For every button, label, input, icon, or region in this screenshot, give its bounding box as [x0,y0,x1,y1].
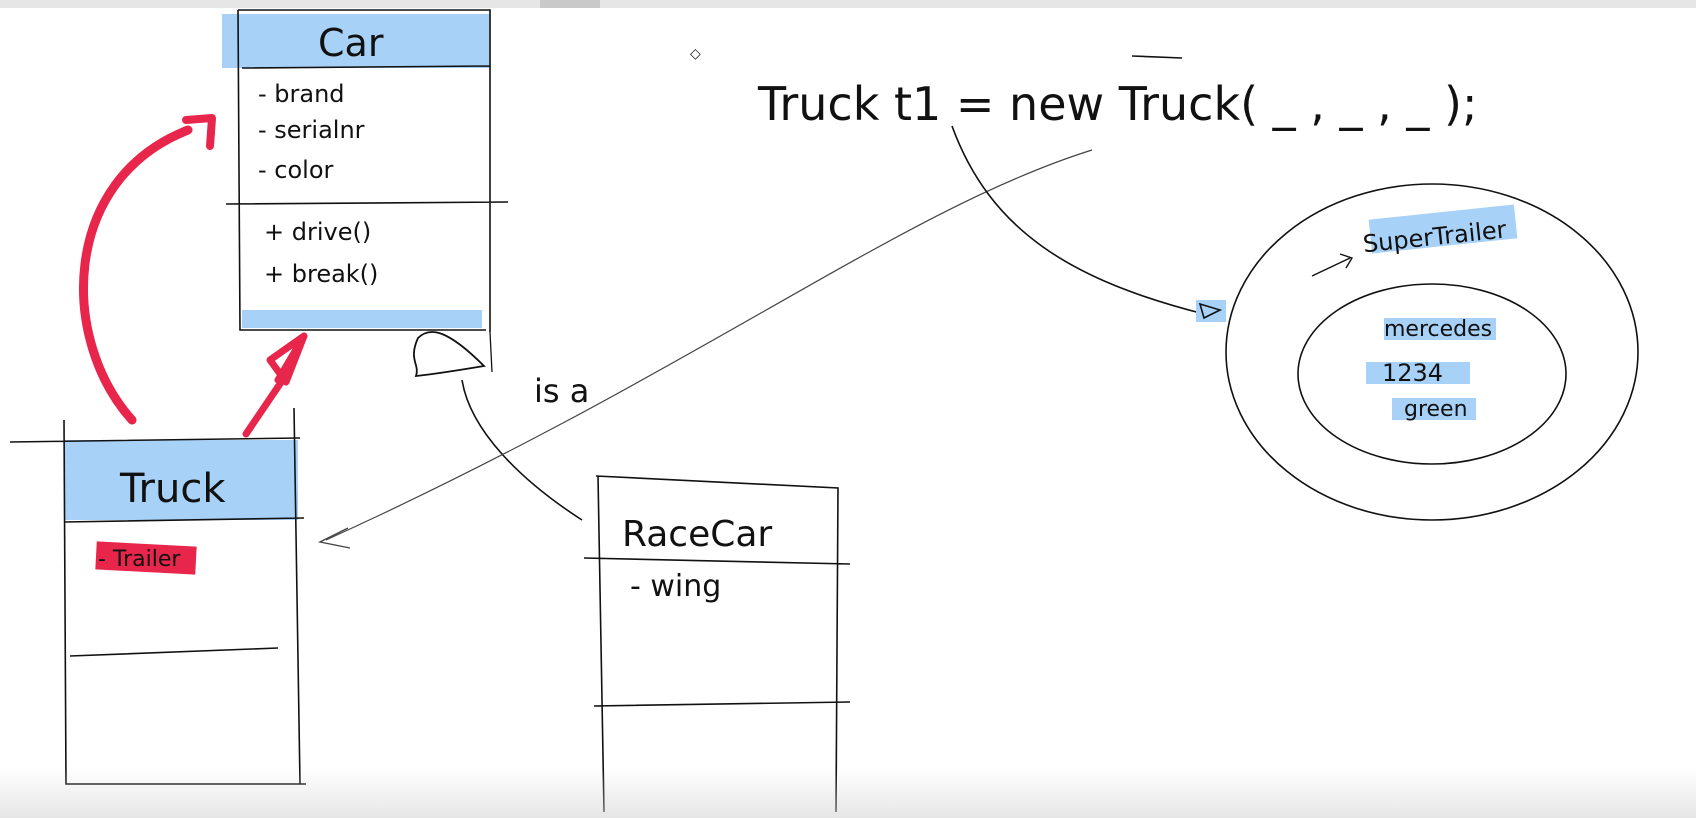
car-method-drive: + drive() [264,218,371,246]
code-overline [1131,55,1183,59]
car-attribute-color: - color [258,156,334,184]
car-method-break: + break() [264,260,378,288]
car-right-edge-extension [489,331,493,373]
car-attribute-serialnr: - serialnr [258,116,365,144]
truck-class-name: Truck [119,466,226,512]
is-a-label: is a [534,372,589,410]
code-statement: Truck t1 = new Truck( _ , _ , _ ); [757,77,1477,131]
red-inheritance-arrow [242,332,308,438]
object-instance: SuperTrailer mercedes 1234 green [1225,183,1639,521]
truck-attribute-trailer: - Trailer [98,547,181,572]
supertrailer-arrow [1311,253,1354,277]
value-green: green [1404,397,1468,422]
racecar-attribute-wing: - wing [630,569,721,604]
sparkle-mark: ◇ [690,46,701,62]
inheritance-arrowhead-racecar [413,331,486,378]
class-truck: Truck - Trailer [9,407,306,785]
car-class-name: Car [318,21,384,65]
value-1234: 1234 [1382,359,1443,387]
racecar-class-name: RaceCar [622,514,772,555]
car-footer-highlight [242,310,482,328]
pointer-dot-highlight [1196,300,1226,322]
class-racecar: RaceCar - wing [583,475,851,813]
class-car: Car - brand - serialnr - color + drive()… [222,9,509,373]
car-attribute-brand: - brand [258,80,345,108]
red-curved-arrow [79,125,193,425]
whiteboard-canvas: Car - brand - serialnr - color + drive()… [9,9,1639,813]
value-mercedes: mercedes [1384,317,1492,342]
